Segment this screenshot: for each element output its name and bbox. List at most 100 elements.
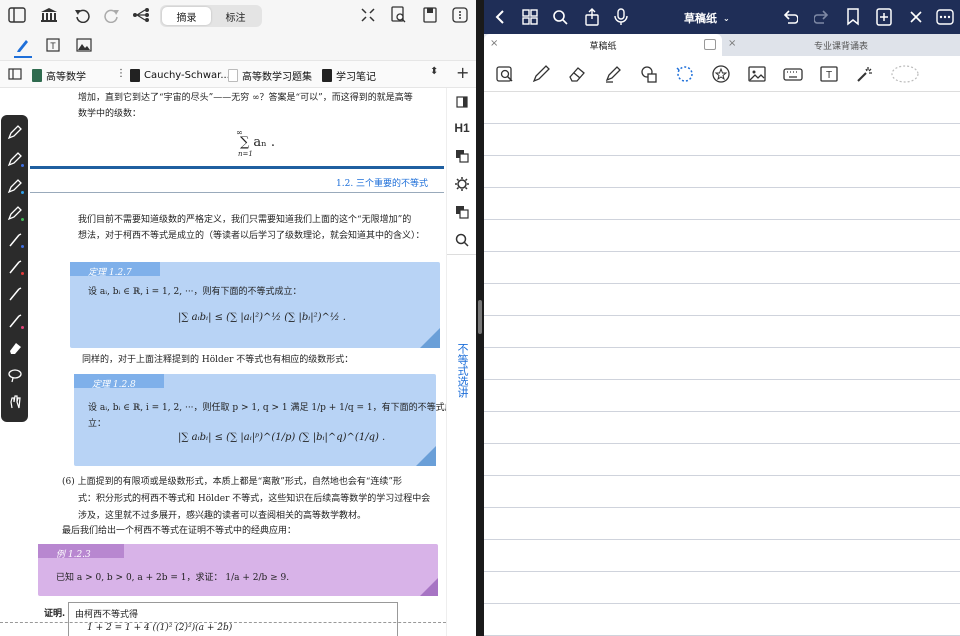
tab-label: 草稿纸: [589, 41, 617, 52]
tab-study-notes[interactable]: 学习笔记: [322, 67, 376, 83]
ruled-canvas[interactable]: [484, 92, 960, 636]
tab-scratch[interactable]: × 草稿纸: [484, 34, 722, 56]
undo-icon[interactable]: [782, 9, 798, 25]
tab-label: 高等数学习题集: [242, 71, 312, 83]
translate-icon[interactable]: [452, 146, 472, 166]
scratch-pane: 草稿纸 ⌄ × 草稿纸 × 专业课背诵表 T: [484, 0, 960, 636]
tab-cauchy-schwarz[interactable]: Cauchy-Schwar...: [130, 67, 230, 83]
eraser-icon[interactable]: [566, 63, 588, 85]
undo-icon[interactable]: [74, 7, 90, 23]
tab-list-icon[interactable]: [8, 68, 22, 80]
hand-slot[interactable]: [1, 388, 28, 415]
more-icon[interactable]: [452, 7, 468, 23]
text-box-icon[interactable]: T: [46, 38, 60, 52]
chevron-down-icon: ⌄: [723, 13, 730, 23]
book-icon: [130, 68, 140, 82]
back-icon[interactable]: [494, 9, 506, 25]
pen-slot[interactable]: [1, 199, 28, 226]
search-document-icon[interactable]: [390, 6, 406, 24]
top-text-line: 增加，直到它到达了“宇宙的尽头”——无穷 ∞？答案是“可以”，而这得到的就是高等: [78, 93, 413, 103]
image-icon[interactable]: [746, 63, 768, 85]
heading-button[interactable]: H1: [452, 118, 472, 138]
example-box[interactable]: 例 1.2.3 已知 a > 0, b > 0, a + 2b = 1，求证： …: [38, 544, 438, 596]
highlighter-icon[interactable]: [602, 63, 624, 85]
notebook-tabs: × 草稿纸 × 专业课背诵表: [484, 34, 960, 56]
text-box-icon[interactable]: T: [818, 63, 840, 85]
tab-exercise-set[interactable]: 高等数学习题集: [228, 67, 312, 83]
theorem-formula: |∑ aᵢbᵢ| ≤ (∑ |aᵢ|ᵖ)^(1/p) (∑ |bᵢ|^q)^(1…: [178, 432, 386, 443]
excerpt-tab[interactable]: 摘录: [162, 7, 211, 25]
pen-slot[interactable]: [1, 307, 28, 334]
panel-icon[interactable]: [452, 92, 472, 112]
annotate-tab[interactable]: 标注: [211, 7, 260, 25]
lasso-icon: [7, 368, 22, 382]
pen-slot[interactable]: [1, 253, 28, 280]
zoom-select-icon[interactable]: [494, 63, 516, 85]
corner-fold: [420, 578, 438, 596]
section-header: 1.2. 三个重要的不等式: [336, 179, 429, 189]
eraser-slot[interactable]: [1, 334, 28, 361]
split-view-divider[interactable]: [476, 0, 484, 636]
pen-icon[interactable]: [530, 63, 552, 85]
sticker-icon[interactable]: [710, 63, 732, 85]
eraser-icon: [9, 342, 21, 354]
sidebar-toggle-icon[interactable]: [8, 7, 26, 23]
right-top-bar: 草稿纸 ⌄: [484, 0, 960, 34]
add-page-icon[interactable]: [876, 8, 892, 26]
outline-label[interactable]: 不等式选讲: [455, 343, 469, 398]
bookmark-icon[interactable]: [846, 8, 860, 26]
mindmap-icon[interactable]: [132, 7, 150, 23]
close-tab-icon[interactable]: ×: [490, 38, 498, 49]
tab-drag-icon[interactable]: ⋮: [116, 68, 126, 79]
library-icon[interactable]: [40, 7, 58, 23]
laser-pointer-icon[interactable]: [854, 63, 876, 85]
collapse-icon[interactable]: [360, 7, 376, 23]
save-icon[interactable]: [422, 7, 438, 23]
translate-icon[interactable]: [452, 202, 472, 222]
search-icon[interactable]: [452, 230, 472, 250]
split-handle[interactable]: [478, 300, 482, 334]
settings-icon[interactable]: [452, 174, 472, 194]
tab-options-icon[interactable]: [704, 39, 716, 50]
share-icon[interactable]: [584, 8, 600, 26]
theorem-title: 定理 1.2.8: [92, 380, 136, 390]
image-icon[interactable]: [76, 38, 92, 52]
tab-scroll-icon[interactable]: ⬍: [430, 66, 438, 77]
theorem-box[interactable]: 定理 1.2.7 设 aᵢ, bᵢ ∈ ℝ, i = 1, 2, ···，则有下…: [70, 262, 440, 348]
pen-tool-icon[interactable]: [15, 37, 31, 53]
pen-slot[interactable]: [1, 226, 28, 253]
tab-course-recitation[interactable]: × 专业课背诵表: [722, 34, 960, 56]
theorem-box[interactable]: 定理 1.2.8 设 aᵢ, bᵢ ∈ ℝ, i = 1, 2, ···，则任取…: [74, 374, 454, 466]
redo-icon[interactable]: [104, 7, 120, 23]
tab-label: 专业课背诵表: [813, 41, 868, 52]
pen-slot[interactable]: [1, 280, 28, 307]
search-icon[interactable]: [552, 9, 568, 25]
pen-slot[interactable]: [1, 118, 28, 145]
pen-slot[interactable]: [1, 145, 28, 172]
theorem-title: 定理 1.2.7: [88, 268, 132, 278]
keyboard-icon[interactable]: [782, 63, 804, 85]
redo-icon[interactable]: [814, 9, 830, 25]
series-formula: ∑ aₙ .: [240, 135, 276, 150]
grid-icon[interactable]: [522, 9, 538, 25]
add-tab-icon[interactable]: +: [456, 63, 469, 82]
lasso-slot[interactable]: [1, 361, 28, 388]
theorem-text: 立：: [88, 419, 107, 429]
final-text: 最后我们给出一个柯西不等式在证明不等式中的经典应用：: [62, 526, 297, 536]
close-tab-icon[interactable]: ×: [728, 38, 736, 49]
close-tools-icon[interactable]: [908, 9, 924, 25]
left-sub-toolbar: T: [0, 32, 476, 60]
microphone-icon[interactable]: [614, 8, 628, 26]
pen-slot[interactable]: [1, 172, 28, 199]
series-bottom: n=1: [238, 150, 253, 158]
svg-text:T: T: [826, 70, 832, 81]
tab-advanced-math[interactable]: 高等数学: [32, 67, 86, 83]
color-selector[interactable]: [890, 63, 920, 85]
proof-text: 由柯西不等式得: [75, 610, 139, 620]
example-text: 已知 a > 0, b > 0, a + 2b = 1，求证： 1/a + 2/…: [56, 573, 290, 583]
shapes-icon[interactable]: [638, 63, 660, 85]
notes-pane: 摘录 标注 T 高等数学 ⋮ Cauchy-Schwar... 高等数学习题集 …: [0, 0, 476, 636]
document-title[interactable]: 草稿纸 ⌄: [684, 10, 730, 26]
more-icon[interactable]: [936, 9, 954, 25]
lasso-icon[interactable]: [674, 63, 696, 85]
